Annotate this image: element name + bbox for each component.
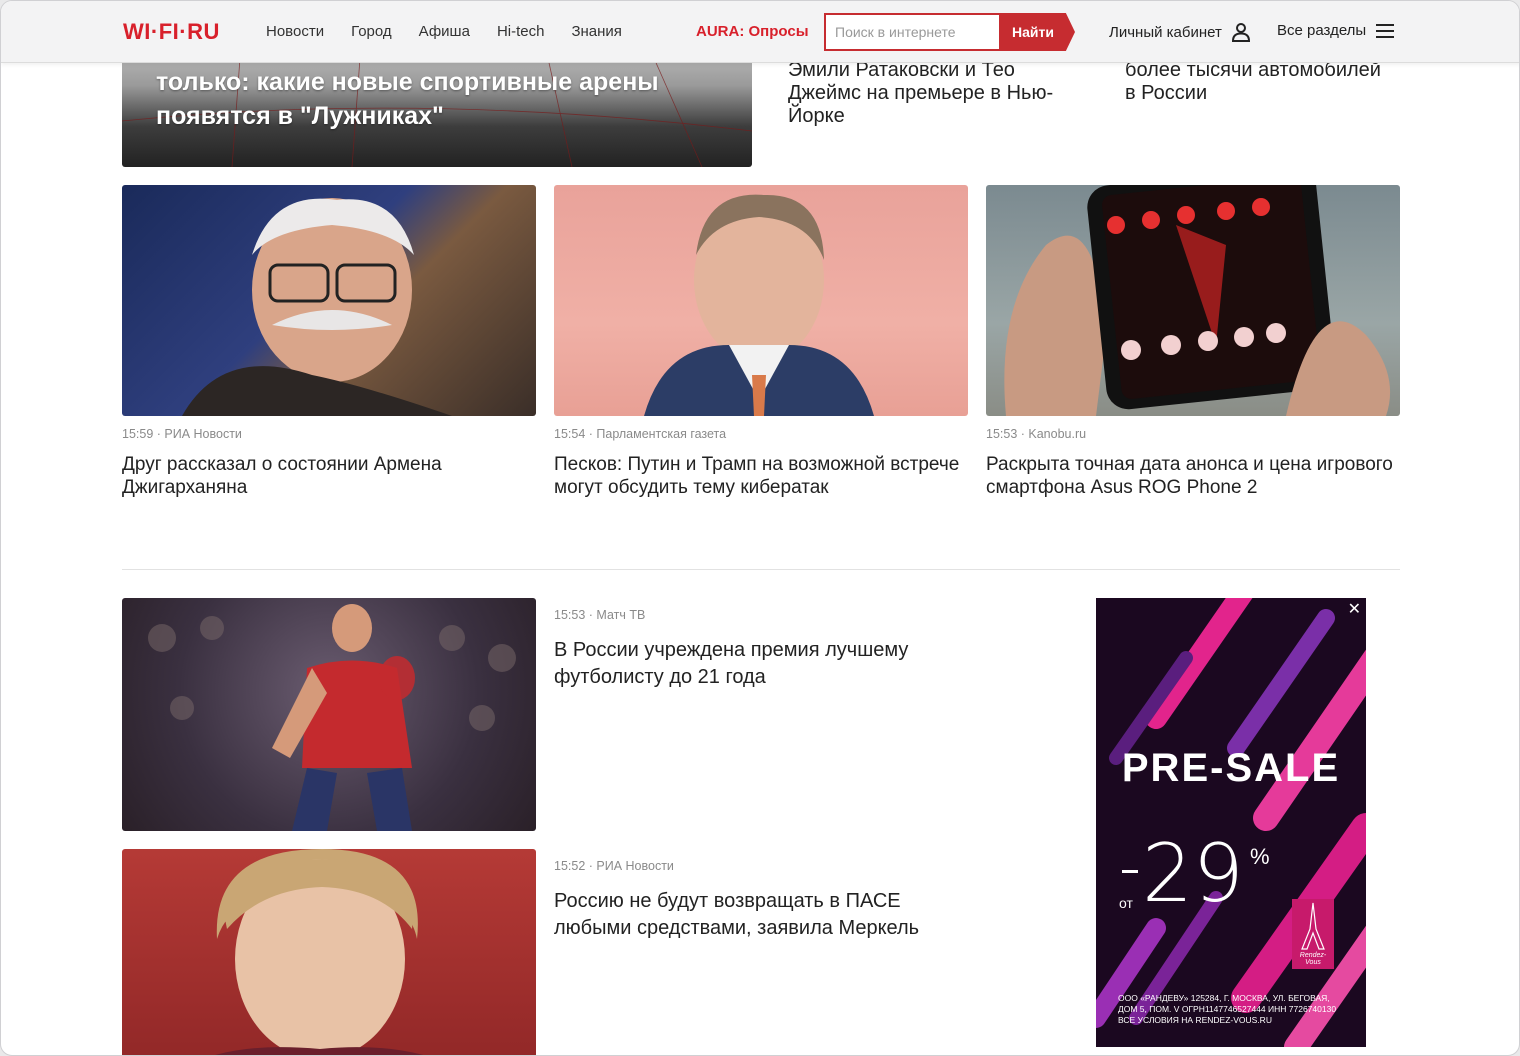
- footballer-photo-image: [148, 604, 516, 831]
- nav-item-city[interactable]: Город: [351, 23, 392, 40]
- nav-item-hitech[interactable]: Hi-tech: [497, 23, 545, 40]
- top-item-title[interactable]: Эмили Ратаковски и Тео Джеймс на премьер…: [788, 59, 1078, 128]
- all-sections-label: Все разделы: [1277, 22, 1367, 39]
- nav-item-knowledge[interactable]: Знания: [571, 23, 621, 40]
- hamburger-icon: [1376, 23, 1395, 38]
- user-icon: [1231, 23, 1250, 42]
- person-photo-image: [215, 849, 424, 1055]
- site-logo[interactable]: WI·FI·RU: [123, 19, 220, 45]
- news-meta: 15:53 · Kanobu.ru: [986, 427, 1087, 441]
- news-card: 15:54 · Парламентская газета Песков: Пут…: [554, 185, 968, 499]
- smartphone-photo-image: [1004, 185, 1391, 416]
- eiffel-tower-icon: [1301, 902, 1325, 950]
- feature-title: только: какие новые спортивные арены поя…: [156, 68, 659, 130]
- news-photo[interactable]: [122, 185, 536, 416]
- news-photo[interactable]: [554, 185, 968, 416]
- top-item-title[interactable]: более тысячи автомобилей в России: [1125, 59, 1385, 105]
- news-card: 15:53 · Kanobu.ru Раскрыта точная дата а…: [986, 185, 1400, 499]
- ad-percent: %: [1250, 844, 1270, 869]
- news-title[interactable]: Россию не будут возвращать в ПАСЕ любыми…: [554, 888, 974, 942]
- browser-frame: WI·FI·RU Новости Город Афиша Hi-tech Зна…: [0, 0, 1520, 1056]
- ad-discount: 29: [1142, 827, 1244, 920]
- site-header: WI·FI·RU Новости Город Афиша Hi-tech Зна…: [1, 1, 1519, 63]
- person-photo-image: [182, 198, 452, 416]
- search-box: [824, 13, 1000, 51]
- news-title[interactable]: Песков: Путин и Трамп на возможной встре…: [554, 453, 968, 499]
- main-nav: Новости Город Афиша Hi-tech Знания: [266, 23, 622, 40]
- search-button[interactable]: Найти: [999, 13, 1075, 51]
- news-title[interactable]: В России учреждена премия лучшему футбол…: [554, 637, 974, 691]
- news-photo[interactable]: [122, 598, 536, 831]
- news-photo[interactable]: [122, 849, 536, 1055]
- news-photo[interactable]: [986, 185, 1400, 416]
- news-card: 15:59 · РИА Новости Друг рассказал о сос…: [122, 185, 536, 499]
- ad-close-icon[interactable]: ✕: [1348, 599, 1361, 619]
- section-divider: [122, 569, 1400, 570]
- person-photo-image: [644, 194, 874, 416]
- news-meta: 15:59 · РИА Новости: [122, 427, 242, 441]
- aura-polls-link[interactable]: AURA: Опросы: [696, 23, 809, 40]
- news-item: 15:52 · РИА Новости Россию не будут возв…: [554, 849, 974, 942]
- advertisement-banner[interactable]: ✕ PRE-SALE 29 % от Rendez-Vous ООО «РАНД…: [1096, 598, 1366, 1047]
- news-title[interactable]: Раскрыта точная дата анонса и цена игров…: [986, 453, 1400, 499]
- ad-brand-name: Rendez-Vous: [1299, 952, 1327, 966]
- all-sections-menu[interactable]: Все разделы: [1277, 22, 1395, 39]
- nav-item-afisha[interactable]: Афиша: [419, 23, 470, 40]
- search-input[interactable]: [826, 15, 1000, 49]
- news-meta: 15:53 · Матч ТВ: [554, 608, 646, 622]
- ad-background-image: [1096, 598, 1366, 1047]
- cabinet-label: Личный кабинет: [1109, 23, 1222, 41]
- ad-minus-sign: [1122, 870, 1138, 873]
- news-meta: 15:52 · РИА Новости: [554, 859, 674, 873]
- ad-legal-text: ООО «РАНДЕВУ» 125284, Г. МОСКВА, УЛ. БЕГ…: [1118, 993, 1337, 1025]
- ad-headline: PRE-SALE: [1121, 746, 1341, 790]
- personal-cabinet-link[interactable]: Личный кабинет: [1109, 22, 1251, 42]
- ad-prefix: от: [1119, 895, 1133, 911]
- news-title[interactable]: Друг рассказал о состоянии Армена Джигар…: [122, 453, 536, 499]
- nav-item-news[interactable]: Новости: [266, 23, 324, 40]
- news-meta: 15:54 · Парламентская газета: [554, 427, 727, 441]
- news-item: 15:53 · Матч ТВ В России учреждена преми…: [554, 598, 974, 691]
